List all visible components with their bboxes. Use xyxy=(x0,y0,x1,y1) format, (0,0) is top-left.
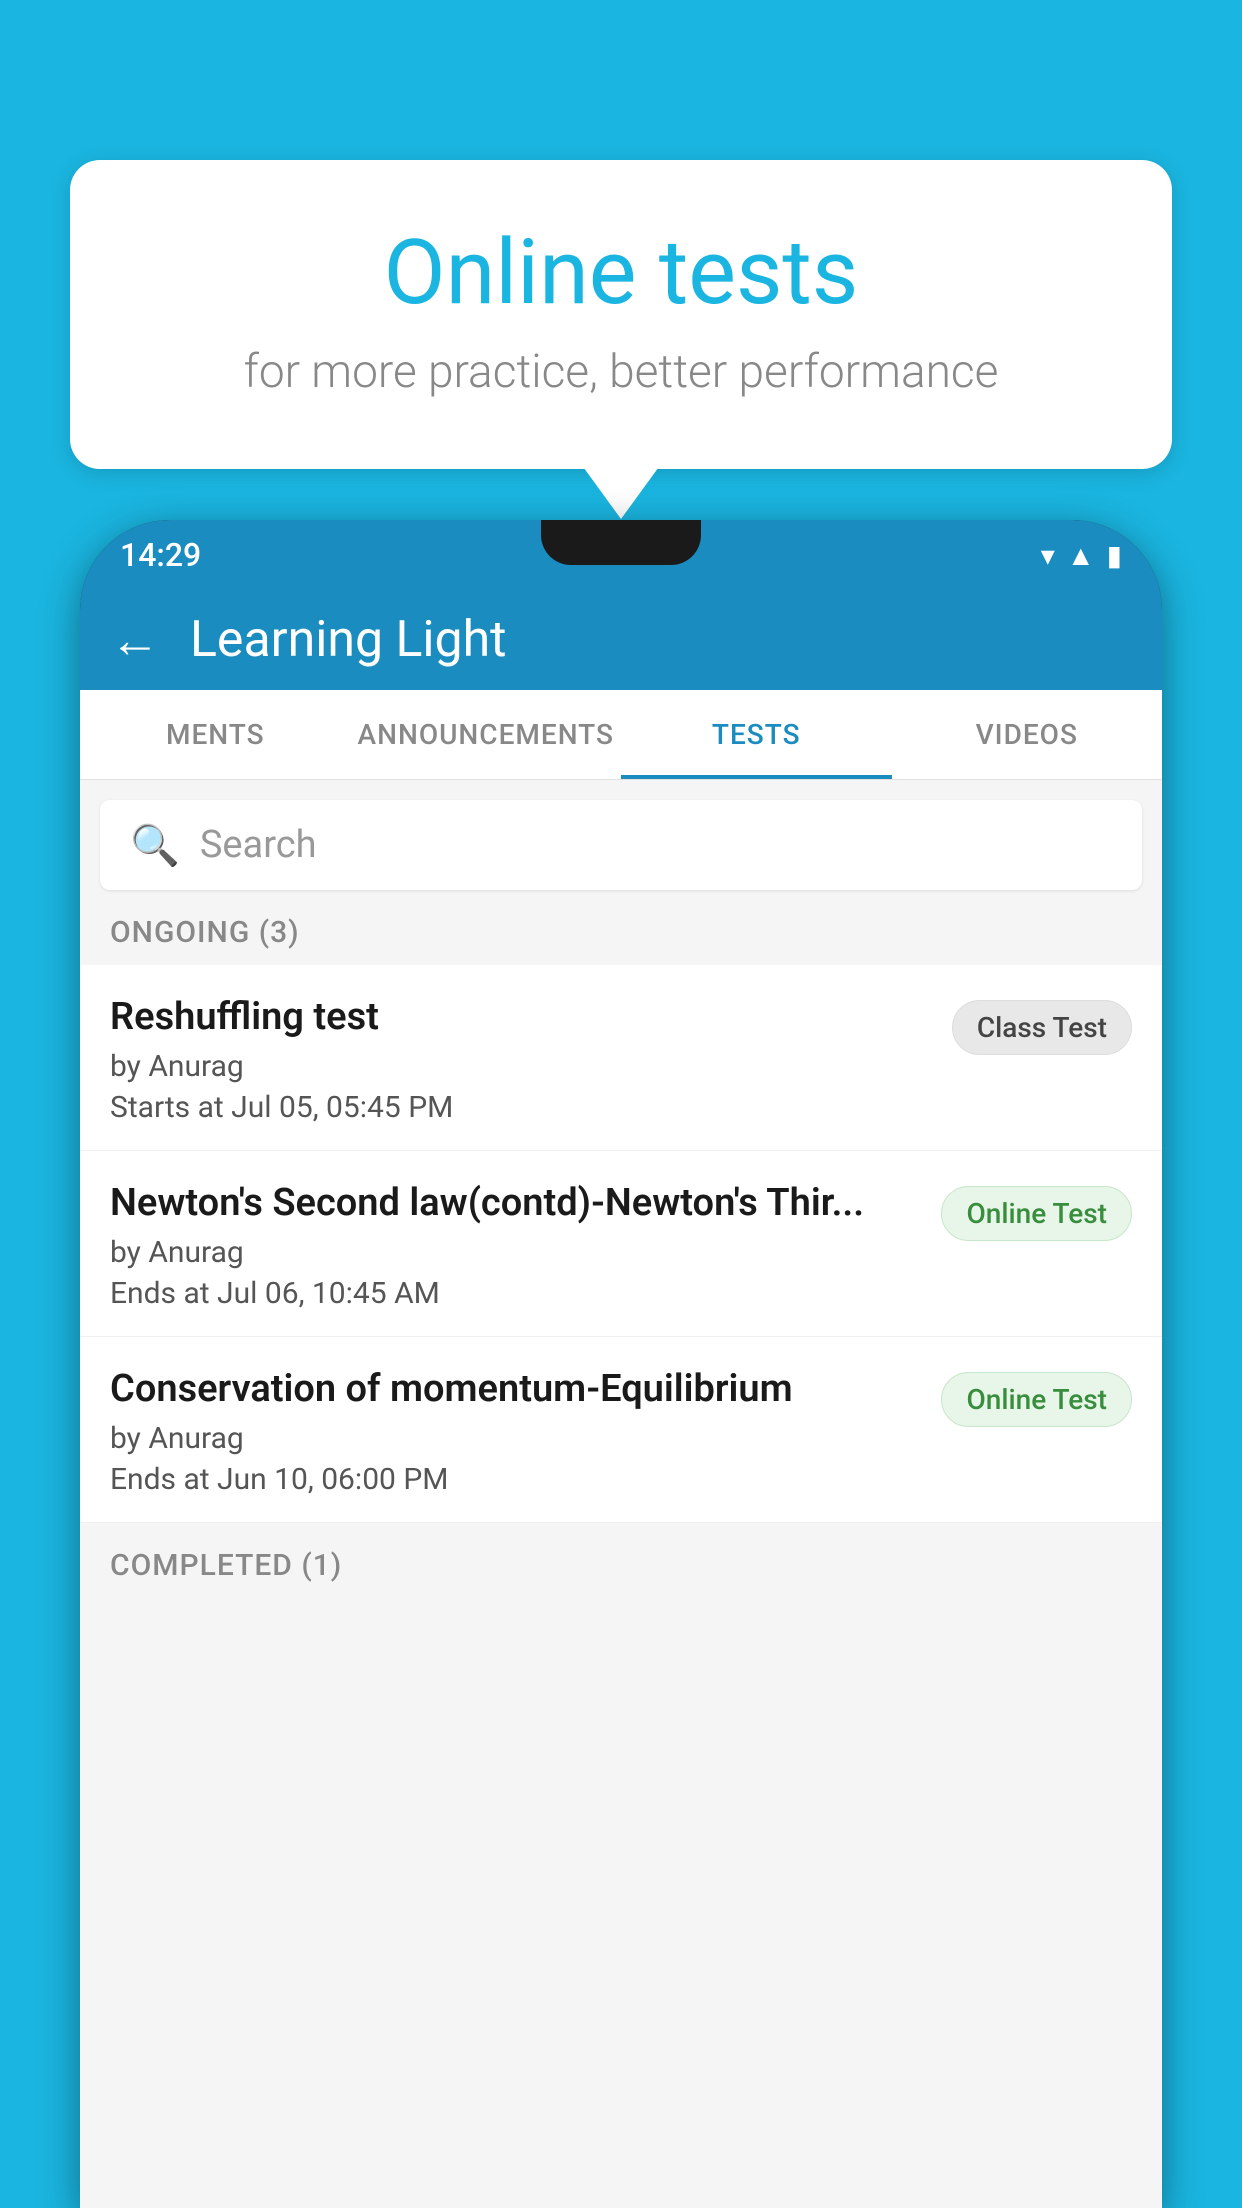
test-badge-online: Online Test xyxy=(941,1186,1132,1241)
phone-content: 🔍 Search ONGOING (3) Reshuffling test by… xyxy=(80,780,1162,2208)
search-placeholder: Search xyxy=(200,823,317,867)
bubble-subtitle: for more practice, better performance xyxy=(150,345,1092,399)
test-author: by Anurag xyxy=(110,1421,921,1456)
tab-announcements[interactable]: ANNOUNCEMENTS xyxy=(351,690,622,779)
signal-icon: ▲ xyxy=(1067,539,1095,572)
wifi-icon: ▾ xyxy=(1041,539,1055,572)
status-icons: ▾ ▲ ▮ xyxy=(1041,539,1122,572)
back-button[interactable]: ← xyxy=(110,611,160,670)
test-item-content: Conservation of momentum-Equilibrium by … xyxy=(110,1367,921,1497)
tab-videos[interactable]: VIDEOS xyxy=(892,690,1163,779)
status-bar: 14:29 ▾ ▲ ▮ xyxy=(80,520,1162,590)
test-date: Ends at Jun 10, 06:00 PM xyxy=(110,1462,921,1497)
status-time: 14:29 xyxy=(120,536,201,574)
completed-section-header: COMPLETED (1) xyxy=(80,1523,1162,1598)
test-date: Starts at Jul 05, 05:45 PM xyxy=(110,1090,932,1125)
bubble-title: Online tests xyxy=(150,220,1092,325)
search-icon: 🔍 xyxy=(130,822,180,869)
test-item-content: Reshuffling test by Anurag Starts at Jul… xyxy=(110,995,932,1125)
test-title: Newton's Second law(contd)-Newton's Thir… xyxy=(110,1181,921,1225)
search-bar[interactable]: 🔍 Search xyxy=(100,800,1142,890)
app-bar: ← Learning Light xyxy=(80,590,1162,690)
test-item[interactable]: Newton's Second law(contd)-Newton's Thir… xyxy=(80,1151,1162,1337)
phone-frame: 14:29 ▾ ▲ ▮ ← Learning Light MENTS ANNOU… xyxy=(80,520,1162,2208)
ongoing-section-header: ONGOING (3) xyxy=(80,890,1162,965)
test-author: by Anurag xyxy=(110,1235,921,1270)
test-badge-class: Class Test xyxy=(952,1000,1132,1055)
notch xyxy=(541,520,701,565)
test-title: Reshuffling test xyxy=(110,995,932,1039)
app-title: Learning Light xyxy=(190,611,507,669)
tabs-bar: MENTS ANNOUNCEMENTS TESTS VIDEOS xyxy=(80,690,1162,780)
tab-ments[interactable]: MENTS xyxy=(80,690,351,779)
test-badge-online: Online Test xyxy=(941,1372,1132,1427)
test-title: Conservation of momentum-Equilibrium xyxy=(110,1367,921,1411)
test-author: by Anurag xyxy=(110,1049,932,1084)
tab-tests[interactable]: TESTS xyxy=(621,690,892,779)
test-item[interactable]: Conservation of momentum-Equilibrium by … xyxy=(80,1337,1162,1523)
test-item-content: Newton's Second law(contd)-Newton's Thir… xyxy=(110,1181,921,1311)
speech-bubble: Online tests for more practice, better p… xyxy=(70,160,1172,469)
test-item[interactable]: Reshuffling test by Anurag Starts at Jul… xyxy=(80,965,1162,1151)
test-date: Ends at Jul 06, 10:45 AM xyxy=(110,1276,921,1311)
test-list: Reshuffling test by Anurag Starts at Jul… xyxy=(80,965,1162,1523)
battery-icon: ▮ xyxy=(1107,539,1122,572)
